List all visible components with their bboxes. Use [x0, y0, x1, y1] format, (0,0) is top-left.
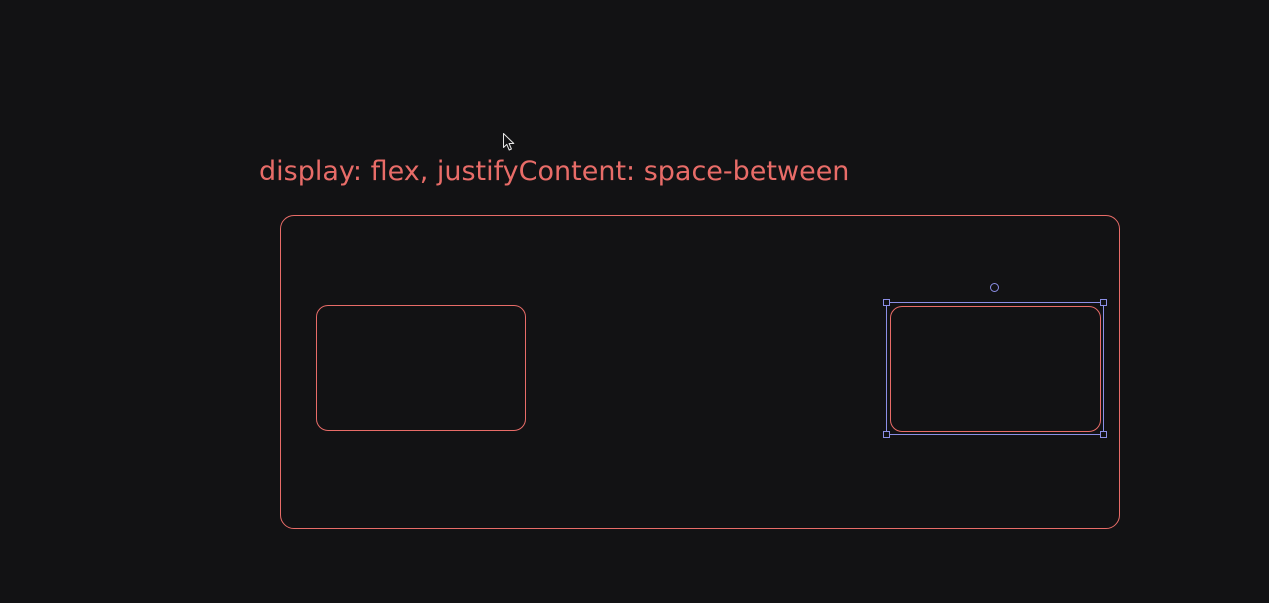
- resize-handle-bottom-left[interactable]: [883, 431, 890, 438]
- resize-handle-top-right[interactable]: [1100, 299, 1107, 306]
- flex-child-left-rectangle[interactable]: [316, 305, 526, 431]
- selection-box: [886, 302, 1104, 435]
- arrow-cursor-icon: [503, 133, 515, 151]
- drawing-canvas[interactable]: display: flex, justifyContent: space-bet…: [0, 0, 1269, 603]
- resize-handle-bottom-right[interactable]: [1100, 431, 1107, 438]
- rotate-handle-icon[interactable]: [990, 283, 999, 292]
- caption-text[interactable]: display: flex, justifyContent: space-bet…: [259, 154, 849, 190]
- resize-handle-top-left[interactable]: [883, 299, 890, 306]
